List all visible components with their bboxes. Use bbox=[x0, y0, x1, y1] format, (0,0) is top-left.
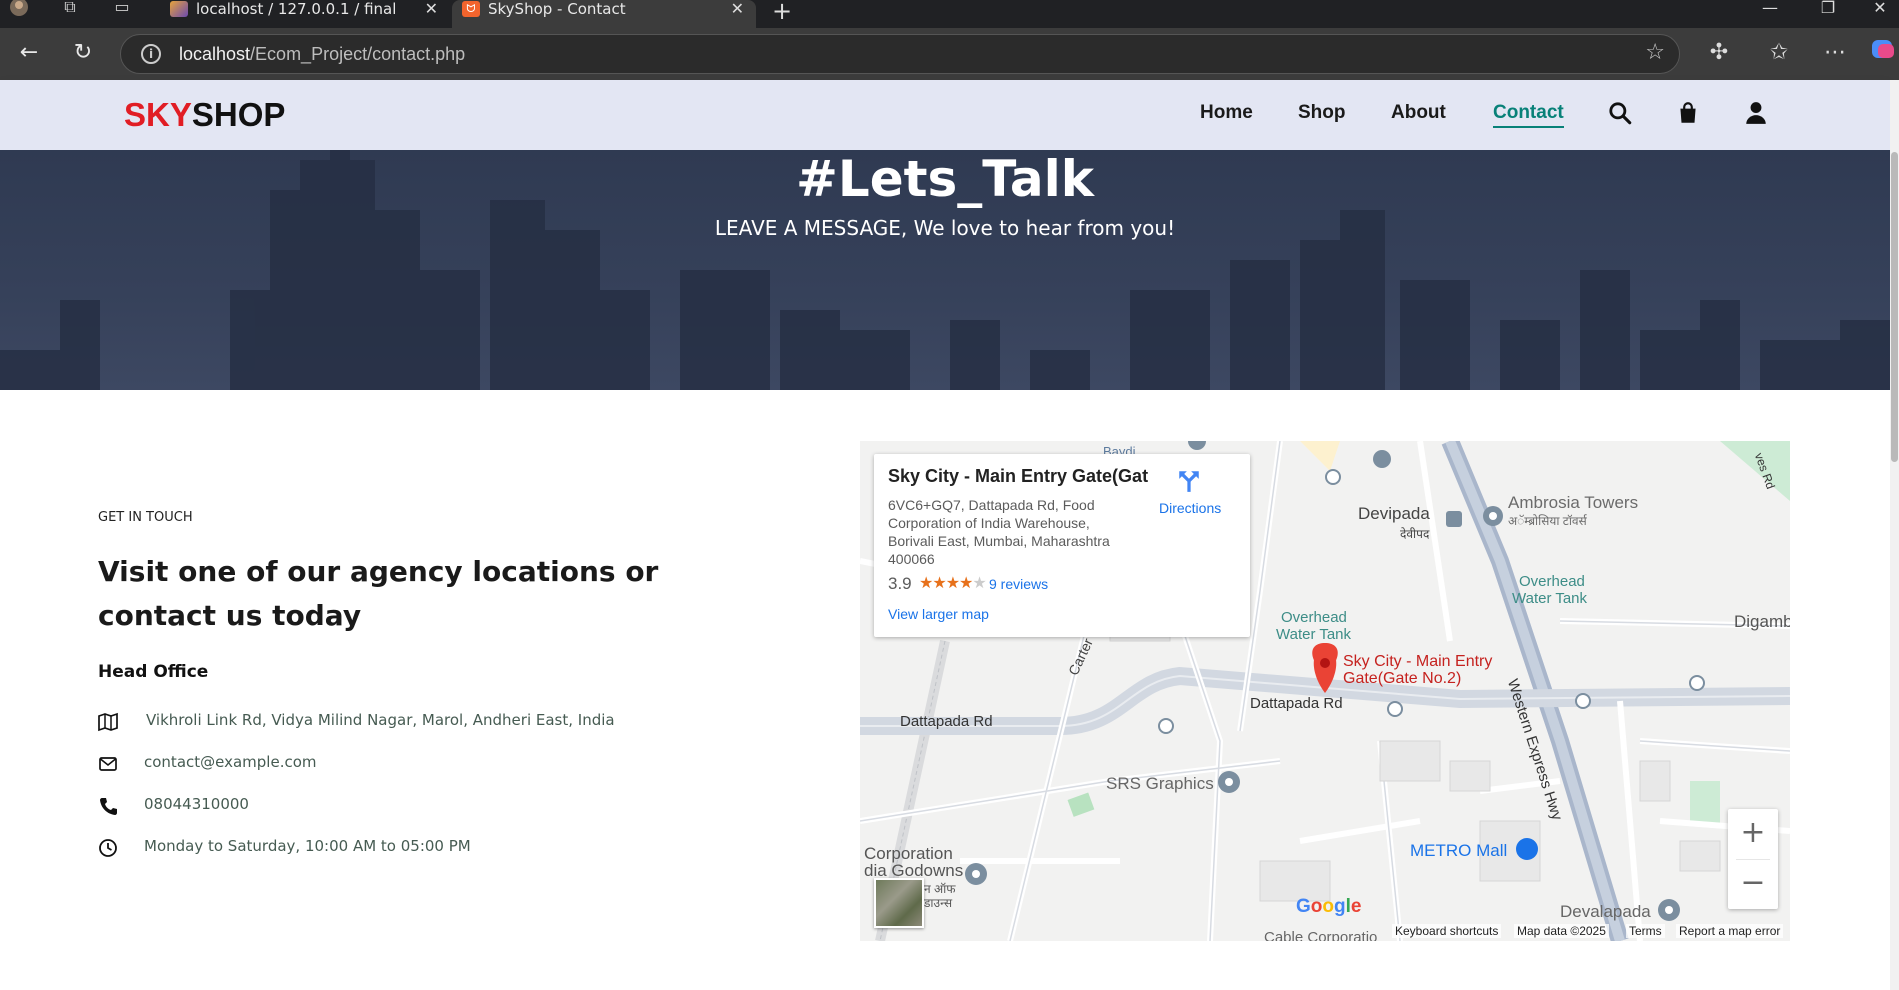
map-label-srs: SRS Graphics bbox=[1106, 774, 1214, 793]
keyboard-shortcuts-link[interactable]: Keyboard shortcuts bbox=[1392, 924, 1502, 938]
phpmyadmin-favicon-icon bbox=[170, 1, 188, 17]
profile-avatar[interactable] bbox=[6, 0, 30, 20]
xampp-favicon-icon: ᗢ bbox=[462, 1, 480, 17]
google-logo-o2: o bbox=[1322, 896, 1334, 917]
tab-title: SkyShop - Contact bbox=[488, 0, 626, 18]
zoom-controls: + − bbox=[1728, 809, 1778, 909]
reload-icon[interactable]: ↻ bbox=[68, 40, 98, 65]
map-label-overhead-1: Overhead bbox=[1519, 573, 1585, 590]
map-label-ambrosia-hi: अॅम्ब्रोसिया टॉवर्स bbox=[1508, 514, 1587, 528]
terms-link[interactable]: Terms bbox=[1626, 924, 1665, 938]
map-label-metro-mall: METRO Mall bbox=[1410, 841, 1508, 860]
hero-banner: #Lets_Talk LEAVE A MESSAGE, We love to h… bbox=[0, 150, 1890, 390]
map-label-overhead-2: Overhead bbox=[1281, 609, 1347, 626]
map-icon bbox=[98, 712, 118, 732]
browser-tab-bar: ⧉ ▭ localhost / 127.0.0.1 / final projec… bbox=[0, 0, 1899, 28]
google-logo-o1: o bbox=[1310, 896, 1323, 917]
directions-link[interactable]: Directions bbox=[1159, 500, 1221, 516]
reviews-link[interactable]: 9 reviews bbox=[989, 576, 1048, 592]
google-logo: Google bbox=[1296, 896, 1361, 918]
map-label-devipada: Devipada bbox=[1358, 504, 1430, 523]
envelope-icon bbox=[99, 757, 117, 771]
bag-icon[interactable] bbox=[1675, 100, 1701, 126]
map-label-corp-hi-2: डाउन्स bbox=[924, 896, 953, 910]
page-scrollbar-thumb[interactable] bbox=[1891, 152, 1898, 462]
eyebrow-text: GET IN TOUCH bbox=[98, 510, 193, 525]
clock-icon bbox=[99, 839, 117, 857]
copilot-icon[interactable] bbox=[1868, 36, 1898, 68]
hero-subtitle: LEAVE A MESSAGE, We love to hear from yo… bbox=[714, 216, 1176, 240]
user-icon[interactable] bbox=[1743, 100, 1769, 126]
vertical-tabs-icon[interactable]: ▭ bbox=[110, 0, 134, 20]
rating-stars-icon: ★★★★★ bbox=[919, 575, 987, 592]
logo-shop: SHOP bbox=[191, 96, 286, 133]
report-map-error-link[interactable]: Report a map error bbox=[1676, 924, 1784, 938]
url-input[interactable]: i localhost/Ecom_Project/contact.php ☆ bbox=[120, 34, 1680, 74]
close-tab-icon[interactable]: ✕ bbox=[425, 0, 438, 18]
map-label-devipada-hi: देवीपद bbox=[1400, 527, 1430, 541]
new-tab-icon[interactable]: + bbox=[772, 0, 792, 25]
view-larger-map-link[interactable]: View larger map bbox=[888, 606, 989, 622]
address-text: Vikhroli Link Rd, Vidya Milind Nagar, Ma… bbox=[146, 711, 615, 729]
map-label-dattapada-mid: Dattapada Rd bbox=[1250, 695, 1343, 712]
head-office-heading: Head Office bbox=[98, 662, 209, 682]
url-host: localhost bbox=[179, 44, 251, 64]
nav-contact[interactable]: Contact bbox=[1493, 102, 1564, 128]
zoom-in-button[interactable]: + bbox=[1728, 809, 1778, 859]
close-window-icon[interactable]: ✕ bbox=[1860, 0, 1899, 17]
workspaces-icon[interactable]: ⧉ bbox=[58, 0, 82, 20]
map-label-water-tank-2: Water Tank bbox=[1276, 626, 1352, 643]
place-address: 6VC6+GQ7, Dattapada Rd, Food Corporation… bbox=[888, 497, 1110, 567]
logo-sky: SKY bbox=[124, 96, 192, 133]
tab-phpmyadmin[interactable]: localhost / 127.0.0.1 / final project ✕ bbox=[160, 0, 450, 28]
nav-shop[interactable]: Shop bbox=[1298, 102, 1346, 124]
map-label-digamb: Digamb bbox=[1734, 612, 1790, 631]
url-path: /Ecom_Project/contact.php bbox=[250, 44, 466, 64]
zoom-out-button[interactable]: − bbox=[1728, 859, 1778, 909]
google-logo-g2: g bbox=[1334, 896, 1346, 917]
restore-icon[interactable]: ❐ bbox=[1808, 0, 1848, 17]
address-bar-row: ← ↻ i localhost/Ecom_Project/contact.php… bbox=[0, 28, 1899, 80]
search-icon[interactable] bbox=[1607, 100, 1633, 126]
nav-home[interactable]: Home bbox=[1200, 102, 1253, 124]
map-label-ambrosia: Ambrosia Towers bbox=[1508, 493, 1639, 512]
directions-icon[interactable] bbox=[1176, 468, 1202, 494]
favorite-star-icon[interactable]: ☆ bbox=[1645, 40, 1665, 65]
place-rating: 3.9 bbox=[888, 574, 912, 593]
url-text: localhost/Ecom_Project/contact.php bbox=[179, 44, 465, 65]
site-header: SKYSHOP Home Shop About Contact bbox=[0, 80, 1890, 150]
favorites-icon[interactable]: ✩ bbox=[1764, 40, 1794, 65]
map-label-water-tank-1: Water Tank bbox=[1512, 590, 1588, 607]
hours-text: Monday to Saturday, 10:00 AM to 05:00 PM bbox=[144, 837, 471, 855]
site-info-icon[interactable]: i bbox=[141, 44, 161, 64]
hero-title: #Lets_Talk bbox=[795, 150, 1095, 208]
contact-heading: Visit one of our agency locations or con… bbox=[98, 555, 659, 632]
email-text: contact@example.com bbox=[144, 753, 317, 771]
google-logo-g: G bbox=[1296, 896, 1311, 917]
map-pin-label-line1: Sky City - Main Entry bbox=[1343, 653, 1493, 670]
map-footer: Keyboard shortcuts Map data ©2025 Terms … bbox=[860, 921, 1790, 941]
more-icon[interactable]: ⋯ bbox=[1820, 40, 1850, 65]
tab-skyshop-contact[interactable]: ᗢ SkyShop - Contact ✕ bbox=[452, 0, 756, 28]
skyshop-logo[interactable]: SKYSHOP bbox=[124, 96, 285, 134]
map-data-text: Map data ©2025 bbox=[1514, 924, 1609, 938]
map-label-dattapada-left: Dattapada Rd bbox=[900, 713, 993, 730]
place-title: Sky City - Main Entry Gate(Gat... bbox=[888, 466, 1148, 486]
map-label-devalapada: Devalapada bbox=[1560, 902, 1651, 921]
minimize-icon[interactable]: — bbox=[1750, 0, 1790, 17]
place-info-card: Sky City - Main Entry Gate(Gat... 6VC6+G… bbox=[874, 454, 1250, 637]
google-logo-e: e bbox=[1350, 896, 1362, 917]
phone-icon bbox=[100, 798, 117, 815]
phone-text: 08044310000 bbox=[144, 795, 249, 813]
tab-title: localhost / 127.0.0.1 / final project bbox=[196, 0, 396, 18]
map-pin-label-line2: Gate(Gate No.2) bbox=[1343, 670, 1462, 687]
google-map-embed[interactable]: Baydi Devipada देवीपद Ambrosia Towers अॅ… bbox=[860, 441, 1790, 941]
extensions-icon[interactable]: ✣ bbox=[1704, 40, 1734, 65]
nav-about[interactable]: About bbox=[1391, 102, 1446, 124]
close-tab-icon[interactable]: ✕ bbox=[731, 0, 744, 18]
back-icon[interactable]: ← bbox=[14, 40, 44, 65]
